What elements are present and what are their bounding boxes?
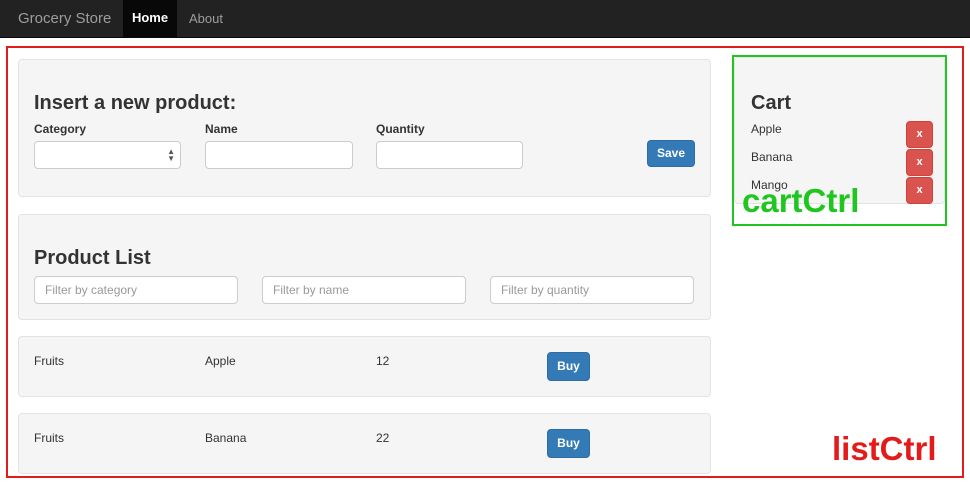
insert-product-panel <box>18 59 711 197</box>
name-label: Name <box>205 122 238 136</box>
list-ctrl-annotation: listCtrl <box>832 430 937 467</box>
product-list-title: Product List <box>34 247 151 269</box>
quantity-label: Quantity <box>376 122 425 136</box>
select-arrows-icon: ▲ ▼ <box>167 147 175 163</box>
nav-about-link[interactable]: About <box>189 11 223 26</box>
nav-home-link[interactable]: Home <box>123 0 177 38</box>
filter-name-input[interactable]: Filter by name <box>262 276 466 304</box>
product-row <box>18 336 711 397</box>
cart-ctrl-annotation: cartCtrl <box>742 182 860 219</box>
product-name: Banana <box>205 431 247 445</box>
buy-button[interactable]: Buy <box>547 352 590 381</box>
save-button[interactable]: Save <box>647 140 695 167</box>
filter-category-input[interactable]: Filter by category <box>34 276 238 304</box>
navbar: Grocery Store Home About <box>0 0 970 38</box>
product-row <box>18 413 711 474</box>
product-category: Fruits <box>34 354 64 368</box>
category-select[interactable]: ▲ ▼ <box>34 141 181 169</box>
product-quantity: 22 <box>376 431 390 445</box>
insert-product-title: Insert a new product: <box>34 92 237 114</box>
cart-item-name: Apple <box>751 122 782 136</box>
product-quantity: 12 <box>376 354 390 368</box>
product-category: Fruits <box>34 431 64 445</box>
category-label: Category <box>34 122 87 136</box>
quantity-field[interactable] <box>376 141 523 169</box>
buy-button[interactable]: Buy <box>547 429 590 458</box>
filter-quantity-input[interactable]: Filter by quantity <box>490 276 694 304</box>
remove-item-button[interactable]: x <box>906 149 933 176</box>
product-name: Apple <box>205 354 236 368</box>
name-field[interactable] <box>205 141 353 169</box>
remove-item-button[interactable]: x <box>906 121 933 148</box>
remove-item-button[interactable]: x <box>906 177 933 204</box>
cart-title: Cart <box>751 92 792 114</box>
brand-link[interactable]: Grocery Store <box>18 10 111 27</box>
cart-item-name: Banana <box>751 150 793 164</box>
